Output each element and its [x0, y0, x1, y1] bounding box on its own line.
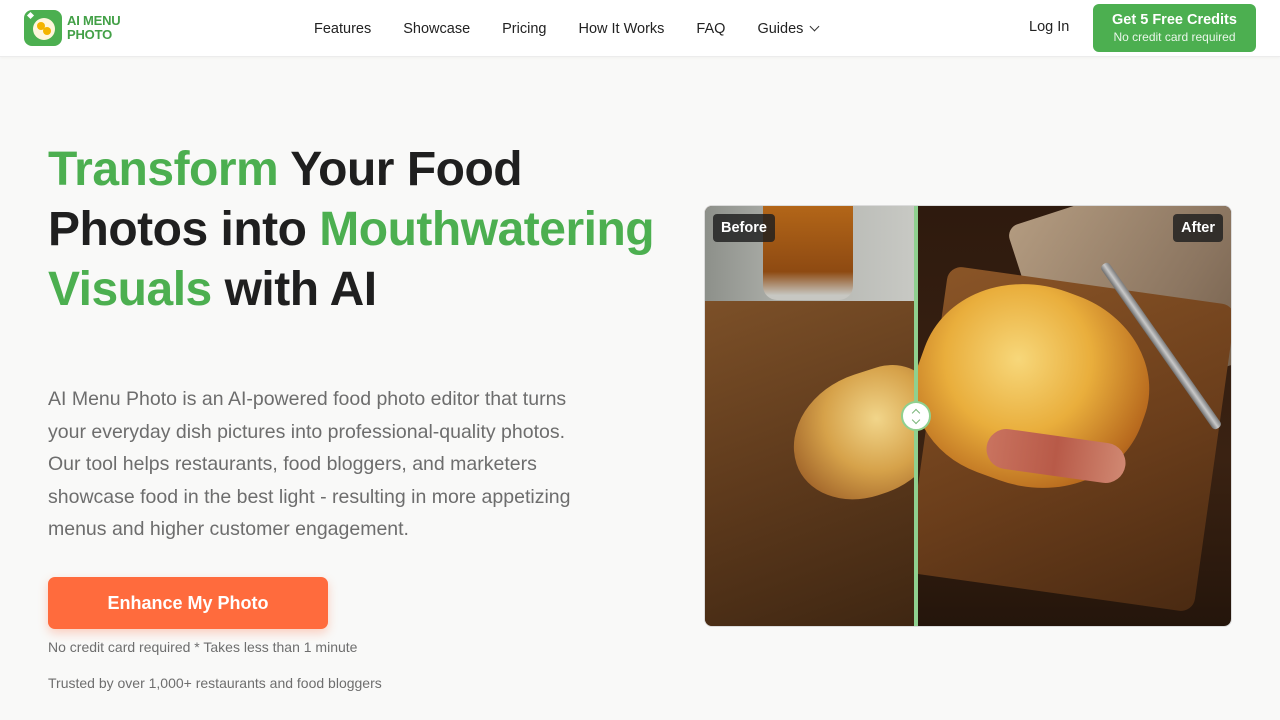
logo-text: AI MENU PHOTO: [67, 14, 121, 42]
enhance-photo-button[interactable]: Enhance My Photo: [48, 577, 328, 629]
nav-features[interactable]: Features: [314, 21, 371, 37]
chevron-down-icon: [809, 21, 820, 32]
slider-handle-icon[interactable]: [901, 401, 931, 431]
headline-highlight-1: Transform: [48, 143, 279, 196]
nav-guides-dropdown[interactable]: Guides: [757, 20, 820, 37]
headline-text-2: with AI: [211, 263, 378, 316]
before-label: Before: [713, 214, 775, 242]
trust-text: Trusted by over 1,000+ restaurants and f…: [48, 675, 382, 691]
nav-showcase[interactable]: Showcase: [403, 21, 470, 37]
login-link[interactable]: Log In: [1029, 19, 1069, 35]
cta-note: No credit card required * Takes less tha…: [48, 639, 358, 655]
site-header: AI MENU PHOTO Features Showcase Pricing …: [0, 0, 1280, 57]
nav-how-it-works[interactable]: How It Works: [578, 21, 664, 37]
nav-faq[interactable]: FAQ: [696, 21, 725, 37]
get-free-credits-button[interactable]: Get 5 Free Credits No credit card requir…: [1093, 4, 1256, 52]
nav-pricing[interactable]: Pricing: [502, 21, 546, 37]
logo[interactable]: AI MENU PHOTO: [24, 10, 121, 46]
cta-subtitle: No credit card required: [1113, 30, 1236, 44]
logo-line-1: AI MENU: [67, 13, 121, 28]
logo-icon: [24, 10, 62, 46]
hero-headline: Transform Your Food Photos into Mouthwat…: [48, 140, 668, 320]
after-label: After: [1173, 214, 1223, 242]
glass-image: [763, 206, 853, 300]
main-nav: Features Showcase Pricing How It Works F…: [314, 0, 820, 57]
nav-guides-label: Guides: [757, 20, 804, 37]
logo-line-2: PHOTO: [67, 27, 112, 42]
before-after-slider[interactable]: Before After: [704, 205, 1232, 627]
after-image: [916, 206, 1231, 626]
before-image: [705, 206, 916, 626]
cta-title: Get 5 Free Credits: [1112, 12, 1237, 28]
hero-description: AI Menu Photo is an AI-powered food phot…: [48, 388, 571, 540]
